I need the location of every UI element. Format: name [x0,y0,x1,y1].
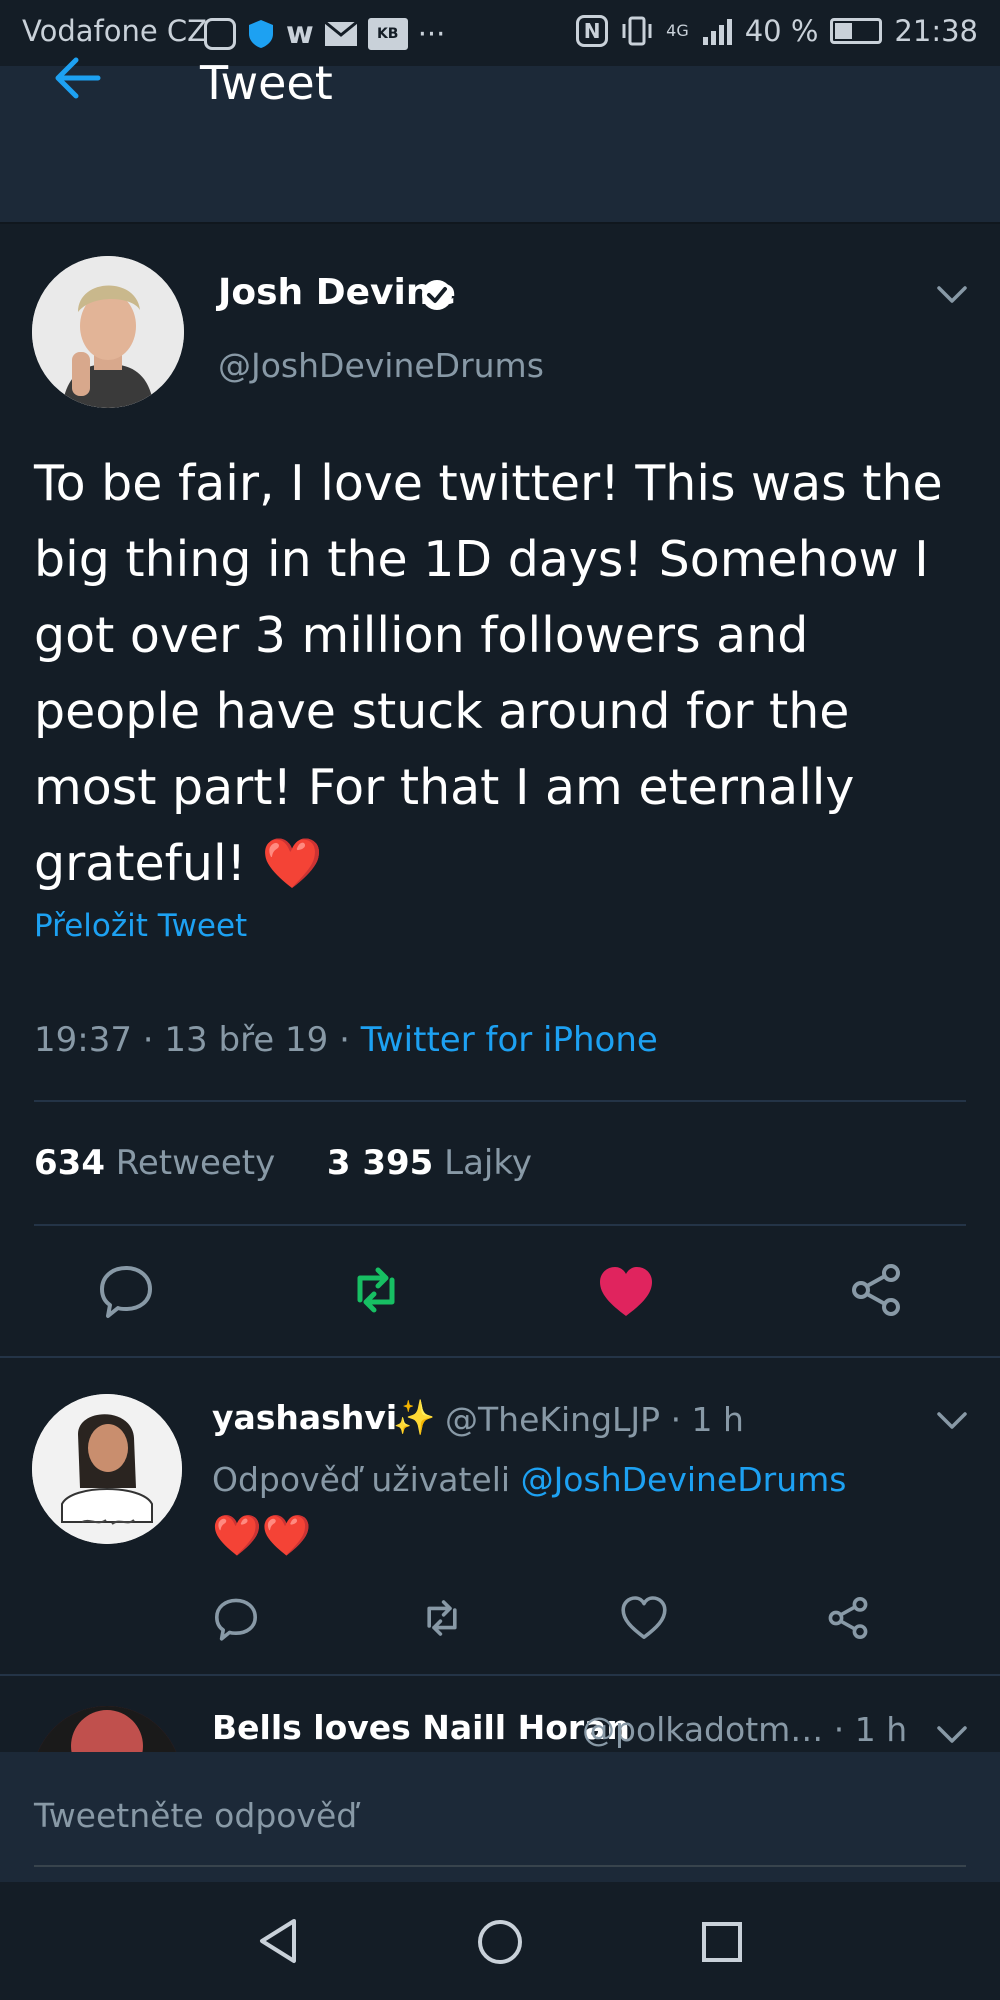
replying-to-handle[interactable]: @JoshDevineDrums [521,1460,847,1499]
likes-label[interactable]: Lajky [444,1143,532,1183]
retweets-label[interactable]: Retweety [116,1143,275,1183]
battery-icon [830,18,883,44]
like-icon[interactable] [596,1262,656,1322]
chevron-down-icon[interactable] [935,1724,969,1746]
chevron-down-icon[interactable] [935,284,969,306]
reply-text: ❤️❤️ [212,1513,312,1559]
shield-icon [249,19,273,48]
retweets-count[interactable]: 634 [34,1143,105,1183]
nfc-icon: N [576,15,609,47]
reply-author-handle[interactable]: @TheKingLJP [445,1400,660,1439]
reply-handle-line: @polkadotm… · 1 h [582,1710,907,1749]
divider [0,1356,1000,1358]
more-notifications-icon: ··· [417,16,446,51]
mail-icon [323,20,358,46]
replying-to-label: Odpověď uživateli [212,1460,511,1499]
divider [34,1100,966,1102]
tweet-time: 19:37 [34,1020,132,1060]
nav-recents-icon[interactable] [700,1920,744,1964]
system-icons: N 4G 40 % 21:38 [576,14,978,48]
retweet-icon[interactable] [418,1594,466,1642]
chevron-down-icon[interactable] [935,1410,969,1432]
translate-tweet-link[interactable]: Přeložit Tweet [34,908,247,944]
reply-author-name[interactable]: yashashvi [212,1398,397,1437]
reply-author-handle[interactable]: @polkadotm… [582,1710,823,1749]
tweet-date: 13 bře 19 [164,1020,329,1060]
reply-avatar[interactable] [32,1394,182,1544]
reply-time: · 1 h [670,1400,744,1439]
kb-icon: KB [367,17,408,50]
page-title: Tweet [200,56,333,110]
tweet-text: To be fair, I love twitter! This was the… [34,455,943,892]
share-icon[interactable] [824,1594,872,1642]
reply-icon[interactable] [212,1594,260,1642]
separator: · [339,1020,350,1060]
sparkles-emoji: ✨ [393,1398,436,1438]
network-type: 4G [666,21,689,40]
wattpad-icon: w [286,16,314,51]
battery-percent: 40 % [744,14,819,48]
tweet-metadata: 19:37 · 13 bře 19 · Twitter for iPhone [34,1020,658,1060]
tweet-stats: 634 Retweety 3 395 Lajky [34,1143,532,1183]
status-bar: Vodafone CZ w KB ··· N 4G 40 % 21:38 [0,0,1000,66]
author-avatar-image [32,256,184,408]
nav-back-icon[interactable] [256,1916,300,1966]
like-icon[interactable] [620,1594,668,1642]
reply-icon[interactable] [96,1260,156,1320]
notification-icons: w KB ··· [204,16,445,51]
back-arrow-icon[interactable] [50,50,106,106]
signal-icon [702,19,732,45]
clock: 21:38 [894,14,978,48]
tweet-source-link[interactable]: Twitter for iPhone [361,1020,658,1060]
divider [0,1674,1000,1676]
vibrate-icon [622,16,652,46]
reply-handle-line: @TheKingLJP · 1 h [445,1400,744,1439]
replying-to: Odpověď uživateli @JoshDevineDrums [212,1460,846,1499]
compose-underline [34,1865,966,1867]
compose-reply-input[interactable]: Tweetněte odpověď [34,1796,357,1835]
reply-avatar-image [32,1394,182,1544]
retweet-icon[interactable] [346,1260,406,1320]
nav-home-icon[interactable] [476,1918,524,1966]
verified-icon [422,280,452,310]
reply-time: · 1 h [833,1710,908,1749]
reply-author-name[interactable]: Bells loves Naill Horan [212,1708,630,1747]
divider [34,1224,966,1226]
separator: · [142,1020,154,1060]
carrier-label: Vodafone CZ [22,14,208,48]
top-app-bar [0,66,1000,224]
author-handle[interactable]: @JoshDevineDrums [218,346,544,385]
battery-fill [835,23,853,39]
instagram-icon [204,17,236,50]
author-avatar[interactable] [32,256,184,408]
share-icon[interactable] [846,1260,906,1320]
likes-count[interactable]: 3 395 [327,1143,433,1183]
